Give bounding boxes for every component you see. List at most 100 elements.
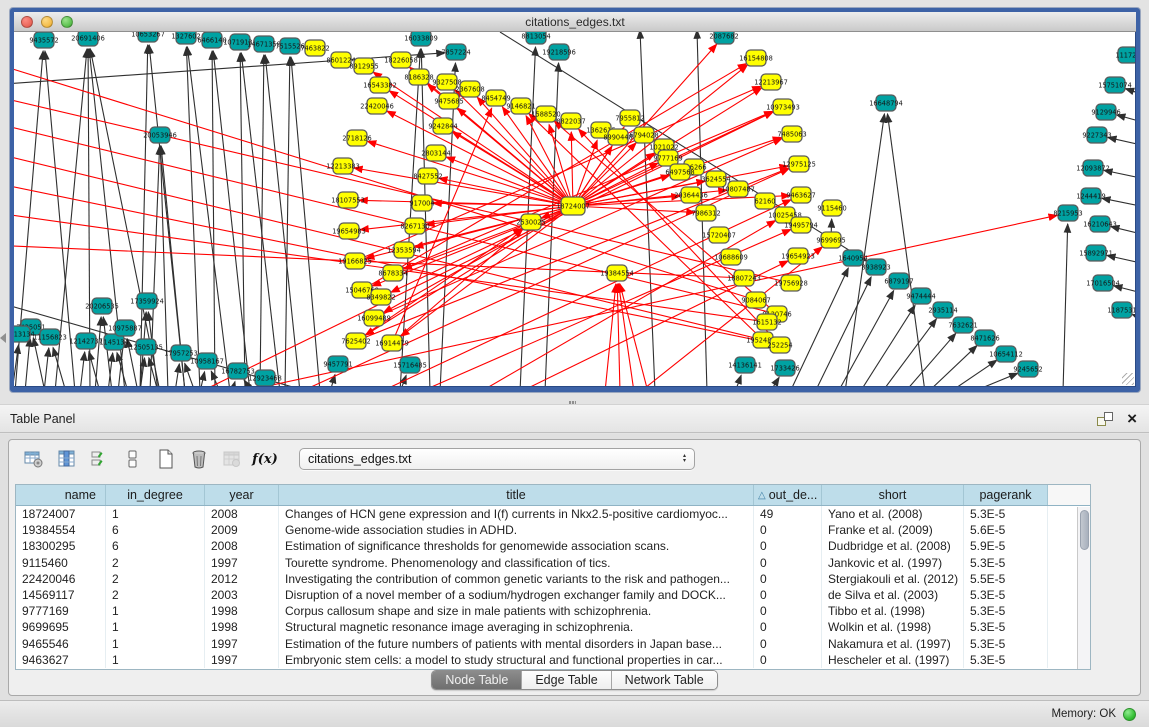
table-cell[interactable]: 9699695 xyxy=(16,619,106,635)
graph-edge[interactable] xyxy=(291,57,320,386)
table-cell[interactable]: 1998 xyxy=(205,603,279,619)
resize-grip-icon[interactable] xyxy=(1122,373,1134,385)
graph-node-19218596[interactable]: 19218596 xyxy=(542,44,576,60)
table-cell[interactable]: 0 xyxy=(754,587,822,603)
graph-edge[interactable] xyxy=(393,111,773,273)
graph-node-19384554[interactable]: 19384554 xyxy=(600,265,634,281)
graph-node-1244419[interactable]: 1244419 xyxy=(1076,188,1105,204)
close-window-icon[interactable] xyxy=(21,16,33,28)
graph-node-20206535[interactable]: 20206535 xyxy=(85,298,119,314)
graph-edge[interactable] xyxy=(367,141,573,206)
table-row[interactable]: 1456911722003Disruption of a novel membe… xyxy=(16,587,1090,603)
table-cell[interactable]: 49 xyxy=(754,506,822,522)
network-window-titlebar[interactable]: citations_edges.txt xyxy=(14,12,1136,32)
graph-edge[interactable] xyxy=(1125,89,1135,97)
graph-edge[interactable] xyxy=(212,51,215,386)
table-cell[interactable]: Estimation of significance thresholds fo… xyxy=(279,538,754,554)
graph-node-17016504[interactable]: 17016504 xyxy=(1086,275,1120,291)
graph-node-16210643[interactable]: 16210643 xyxy=(1083,216,1117,232)
graph-edge[interactable] xyxy=(187,47,230,386)
graph-node-8186328[interactable]: 8186328 xyxy=(404,69,433,85)
table-cell[interactable]: 22420046 xyxy=(16,571,106,587)
graph-edge[interactable] xyxy=(887,114,925,386)
table-cell[interactable]: 5.9E-5 xyxy=(964,538,1048,554)
table-cell[interactable]: 18300295 xyxy=(16,538,106,554)
graph-edge[interactable] xyxy=(175,364,179,386)
table-cell[interactable]: de Silva et al. (2003) xyxy=(822,587,964,603)
table-cell[interactable]: 6 xyxy=(106,522,205,538)
graph-edge[interactable] xyxy=(232,382,235,386)
table-cell[interactable]: 2 xyxy=(106,571,205,587)
table-cell[interactable]: Disruption of a novel member of a sodium… xyxy=(279,587,754,603)
table-cell[interactable]: 0 xyxy=(754,603,822,619)
column-header-pagerank[interactable]: pagerank xyxy=(964,485,1048,505)
graph-node-7955812[interactable]: 7955812 xyxy=(615,110,644,126)
graph-edge[interactable] xyxy=(285,57,290,386)
graph-node-9474444[interactable]: 9474444 xyxy=(906,288,935,304)
graph-edge[interactable] xyxy=(882,319,936,386)
graph-node-1327602[interactable]: 1327602 xyxy=(171,32,200,44)
table-cell[interactable]: Changes of HCN gene expression and I(f) … xyxy=(279,506,754,522)
table-cell[interactable]: 1 xyxy=(106,506,205,522)
table-cell[interactable]: Tibbo et al. (1998) xyxy=(822,603,964,619)
graph-edge[interactable] xyxy=(1132,314,1135,322)
graph-edge[interactable] xyxy=(620,284,648,386)
graph-node-9245652[interactable]: 9245652 xyxy=(1013,361,1042,377)
column-header-in-degree[interactable]: in_degree xyxy=(106,485,205,505)
table-cell[interactable]: 5.3E-5 xyxy=(964,619,1048,635)
graph-node-9084067[interactable]: 9084067 xyxy=(741,292,770,308)
table-cell[interactable]: 1 xyxy=(106,652,205,668)
table-row[interactable]: 1830029562008Estimation of significance … xyxy=(16,538,1090,554)
graph-node-917004[interactable]: 917004 xyxy=(409,195,434,211)
table-cell[interactable]: 0 xyxy=(754,522,822,538)
table-cell[interactable]: 9465546 xyxy=(16,636,106,652)
graph-node-17359924[interactable]: 17359924 xyxy=(130,293,164,309)
graph-edge[interactable] xyxy=(95,317,101,386)
graph-node-12142737[interactable]: 12142737 xyxy=(69,333,103,349)
table-row[interactable]: 977716911998Corpus callosum shape and si… xyxy=(16,603,1090,619)
close-panel-icon[interactable]: × xyxy=(1127,412,1137,426)
graph-node-1733426[interactable]: 1733426 xyxy=(770,360,799,376)
graph-node-8215953[interactable]: 8215953 xyxy=(1053,205,1082,221)
table-row[interactable]: 946554611997Estimation of the future num… xyxy=(16,636,1090,652)
network-canvas[interactable]: 9435572206914061065326713276026466140107… xyxy=(14,32,1135,386)
graph-node-7463822[interactable]: 7463822 xyxy=(300,40,329,56)
vertical-scrollbar[interactable] xyxy=(1077,507,1090,670)
graph-node-9227343[interactable]: 9227343 xyxy=(1082,127,1111,143)
table-cell[interactable]: 9115460 xyxy=(16,555,106,571)
table-cell[interactable]: 0 xyxy=(754,636,822,652)
graph-node-14136141[interactable]: 14136141 xyxy=(728,357,762,373)
table-cell[interactable]: Yano et al. (2008) xyxy=(822,506,964,522)
graph-node-18807243[interactable]: 18807243 xyxy=(727,270,761,286)
graph-node-18226058[interactable]: 18226058 xyxy=(384,52,418,68)
table-selector-dropdown[interactable]: citations_edges.txt ▴▾ xyxy=(299,448,695,470)
table-cell[interactable]: 5.5E-5 xyxy=(964,571,1048,587)
table-row[interactable]: 946362711997Embryonic stem cells: a mode… xyxy=(16,652,1090,668)
graph-node-111724[interactable]: 111724 xyxy=(1115,47,1135,63)
table-cell[interactable]: 2003 xyxy=(205,587,279,603)
column-header-out-de-[interactable]: △out_de... xyxy=(754,485,822,505)
zoom-window-icon[interactable] xyxy=(61,16,73,28)
graph-edge[interactable] xyxy=(860,305,915,386)
graph-edge[interactable] xyxy=(80,352,85,386)
table-cell[interactable]: 19384554 xyxy=(16,522,106,538)
table-cell[interactable]: Franke et al. (2009) xyxy=(822,522,964,538)
table-row[interactable]: 1872400712008Changes of HCN gene express… xyxy=(16,506,1090,522)
graph-edge[interactable] xyxy=(905,333,956,386)
graph-node-9475685[interactable]: 9475685 xyxy=(434,93,463,109)
table-cell[interactable]: 9777169 xyxy=(16,603,106,619)
graph-node-15892971[interactable]: 15892971 xyxy=(1079,245,1113,261)
table-cell[interactable]: Genome-wide association studies in ADHD. xyxy=(279,522,754,538)
table-cell[interactable]: 5.3E-5 xyxy=(964,506,1048,522)
graph-edge[interactable] xyxy=(735,375,741,386)
table-cell[interactable]: 1 xyxy=(106,603,205,619)
table-cell[interactable]: 2 xyxy=(106,587,205,603)
graph-edge[interactable] xyxy=(44,348,49,386)
graph-edge[interactable] xyxy=(14,62,756,300)
table-cell[interactable]: 2 xyxy=(106,555,205,571)
table-cell[interactable]: 1 xyxy=(106,636,205,652)
table-cell[interactable]: 5.3E-5 xyxy=(964,652,1048,668)
graph-node-16033809[interactable]: 16033809 xyxy=(404,32,438,46)
graph-edge[interactable] xyxy=(972,373,1018,386)
graph-node-15716485[interactable]: 15716485 xyxy=(393,357,427,373)
